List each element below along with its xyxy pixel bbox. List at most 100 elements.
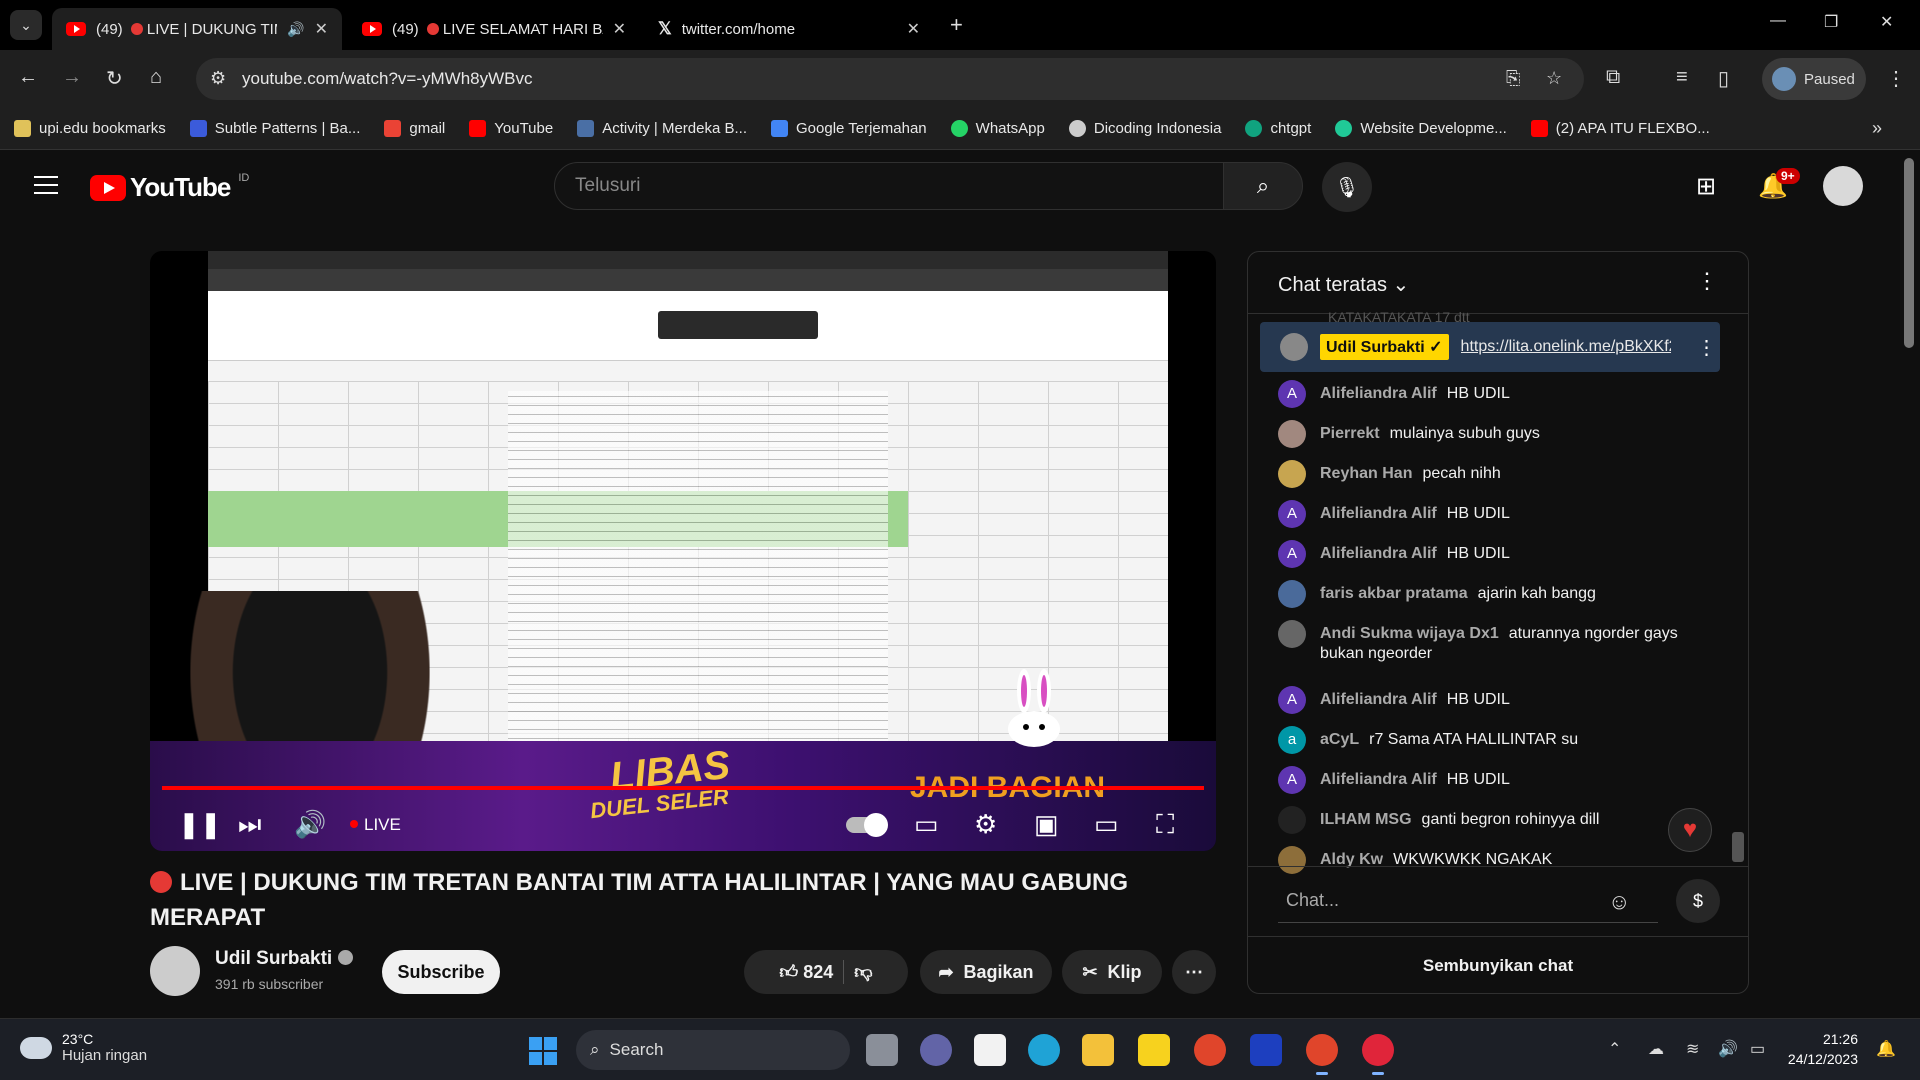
youtube-logo[interactable]: YouTube ID [90,172,249,203]
close-tab-icon[interactable]: ✕ [613,19,626,39]
channel-name[interactable]: Udil Surbakti [215,948,354,970]
theater-mode-icon[interactable]: ▭ [1094,809,1119,840]
chat-author-name[interactable]: faris akbar pratama [1320,585,1468,602]
chat-author-name[interactable]: Reyhan Han [1320,465,1412,482]
install-app-icon[interactable]: ⎘ [1506,68,1520,89]
address-bar[interactable]: ⚙ youtube.com/watch?v=-yMWh8yWBvc ⎘ ☆ [196,58,1584,100]
miniplayer-icon[interactable]: ▣ [1034,809,1059,840]
l-app-icon[interactable] [1250,1034,1282,1066]
chat-author-name[interactable]: Alifeliandra Alif [1320,385,1437,402]
menu-icon[interactable] [34,176,58,194]
battery-icon[interactable]: ▭ [1750,1039,1765,1059]
side-panel-icon[interactable]: ▯ [1718,66,1729,91]
live-indicator[interactable]: LIVE [350,815,401,835]
onedrive-cloud-icon[interactable]: ☁ [1648,1039,1664,1059]
bookmark-star-icon[interactable]: ☆ [1546,68,1562,89]
home-icon[interactable]: ⌂ [150,66,162,89]
chat-author-name[interactable]: ILHAM MSG [1320,811,1412,828]
chat-author-name[interactable]: Pierrekt [1320,425,1380,442]
chat-scrollbar[interactable] [1732,832,1744,862]
recording-app-icon[interactable] [1362,1034,1394,1075]
search-button[interactable]: ⌕ [1223,162,1303,210]
emoji-icon[interactable]: ☺ [1608,889,1630,915]
close-tab-icon[interactable]: ✕ [907,19,920,39]
volume-icon[interactable]: 🔊 [1718,1039,1738,1059]
chat-message[interactable]: faris akbar pratama ajarin kah bangg [1278,580,1708,608]
speaker-icon[interactable]: 🔊 [287,21,304,38]
tab-search-button[interactable]: ⌄ [10,10,42,40]
microsoft-store-icon[interactable] [974,1034,1006,1066]
notification-center-icon[interactable]: 🔔 [1876,1039,1896,1059]
bookmark-item[interactable]: Subtle Patterns | Ba... [189,120,360,137]
bookmark-item[interactable]: Website Developme... [1335,120,1507,137]
chat-author-name[interactable]: Alifeliandra Alif [1320,545,1437,562]
back-icon[interactable]: ← [18,66,38,89]
edge-browser-icon[interactable] [1028,1034,1060,1066]
owner-message-link[interactable]: https://lita.onelink.me/pBkXKf2 [1461,338,1671,356]
bookmark-item[interactable]: gmail [384,120,445,137]
tab-twitter[interactable]: 𝕏 twitter.com/home ✕ [644,8,934,50]
task-view-icon[interactable] [866,1034,898,1066]
heart-reaction-icon[interactable]: ♥ [1668,808,1712,852]
media-control-icon[interactable]: ≡ [1676,66,1688,89]
bookmark-item[interactable]: Activity | Merdeka B... [577,120,747,137]
chat-message[interactable]: A Alifeliandra Alif HB UDIL [1278,500,1708,528]
teams-chat-icon[interactable] [920,1034,952,1066]
taskbar-search[interactable]: ⌕ Search [576,1030,850,1070]
bookmark-item[interactable]: upi.edu bookmarks [14,120,166,137]
close-tab-icon[interactable]: ✕ [315,19,328,39]
search-input[interactable]: Telusuri [554,162,1224,210]
bookmark-item[interactable]: WhatsApp [950,120,1045,137]
wifi-icon[interactable]: ≋ [1686,1039,1699,1059]
tab-youtube-live-1[interactable]: (49) LIVE | DUKUNG TIM 🔊 ✕ [52,8,342,50]
new-tab-button[interactable]: + [950,12,963,38]
chat-message[interactable]: A Alifeliandra Alif HB UDIL [1278,686,1708,714]
show-hidden-icons[interactable]: ⌃ [1608,1039,1621,1059]
more-bookmarks-icon[interactable]: » [1872,118,1882,139]
autoplay-toggle[interactable] [846,813,888,837]
windows-start-icon[interactable] [529,1037,557,1065]
system-clock[interactable]: 21:26 24/12/2023 [1786,1029,1858,1069]
like-button[interactable]: 👍︎ 824 [779,961,833,983]
page-scrollbar[interactable] [1904,158,1914,348]
site-info-icon[interactable]: ⚙ [210,68,226,89]
bookmark-item[interactable]: YouTube [469,120,553,137]
chat-author-name[interactable]: aCyL [1320,731,1359,748]
tab-youtube-live-2[interactable]: (49) LIVE SELAMAT HARI BA ✕ [348,8,640,50]
dislike-button[interactable]: 👎︎ [854,961,872,983]
file-explorer-icon[interactable] [1082,1034,1114,1066]
forward-icon[interactable]: → [62,66,82,89]
settings-gear-icon[interactable]: ⚙ [974,809,997,840]
chrome-profile-icon[interactable] [1306,1034,1338,1075]
super-chat-button[interactable]: $ [1676,879,1720,923]
chat-author-name[interactable]: Alifeliandra Alif [1320,505,1437,522]
create-video-icon[interactable]: ⊞ [1696,172,1716,201]
fullscreen-icon[interactable]: ⛶ [1156,809,1174,841]
profile-button[interactable]: Paused [1762,58,1866,100]
subtitles-icon[interactable]: ▭ [914,809,939,840]
chat-message[interactable]: A Alifeliandra Alif HB UDIL [1278,540,1708,568]
weather-widget[interactable]: 23°C Hujan ringan [20,1031,147,1064]
chat-author-name[interactable]: Alifeliandra Alif [1320,691,1437,708]
chat-message[interactable]: A Alifeliandra Alif HB UDIL [1278,380,1708,408]
pause-icon[interactable]: ❚❚ [178,809,222,840]
minimize-button[interactable]: — [1770,12,1786,30]
chat-author-name[interactable]: Alifeliandra Alif [1320,771,1437,788]
chat-mode-dropdown[interactable]: Chat teratas ⌄ [1278,272,1409,297]
chat-message[interactable]: a aCyL r7 Sama ATA HALILINTAR su [1278,726,1708,754]
chat-author-name[interactable]: Andi Sukma wijaya Dx1 [1320,625,1499,642]
extensions-icon[interactable]: ⧉ [1606,66,1620,89]
bookmark-item[interactable]: Dicoding Indonesia [1068,120,1221,137]
account-avatar[interactable] [1823,166,1863,206]
clip-button[interactable]: ✂ Klip [1062,950,1162,994]
chat-message[interactable]: Reyhan Han pecah nihh [1278,460,1708,488]
chat-message[interactable]: ILHAM MSG ganti begron rohinyya dill [1278,806,1708,834]
volume-icon[interactable]: 🔊 [294,809,326,840]
subscribe-button[interactable]: Subscribe [382,950,500,994]
chat-message[interactable]: A Alifeliandra Alif HB UDIL [1278,766,1708,794]
chat-message[interactable]: Pierrekt mulainya subuh guys [1278,420,1708,448]
share-button[interactable]: ➦ Bagikan [920,950,1052,994]
next-icon[interactable]: ⏭ [238,809,261,841]
bookmark-item[interactable]: Google Terjemahan [771,120,927,137]
video-player[interactable]: LIBAS DUEL SELER JADI BAGIAN ❚❚ ⏭ 🔊 LIVE… [150,251,1216,851]
